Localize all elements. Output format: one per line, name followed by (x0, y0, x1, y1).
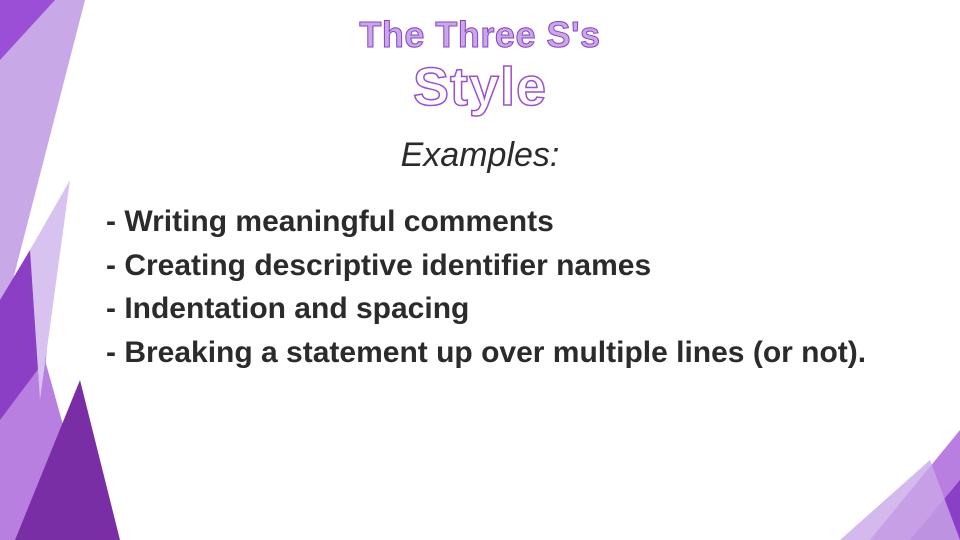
list-item: - Indentation and spacing (100, 287, 920, 331)
examples-heading: Examples: (0, 136, 960, 175)
list-item: - Breaking a statement up over multiple … (100, 331, 920, 375)
slide-subtitle: Style (0, 56, 960, 118)
list-item: - Creating descriptive identifier names (100, 244, 920, 288)
bullet-list: - Writing meaningful comments - Creating… (100, 200, 920, 374)
slide: The Three S's Style Examples: - Writing … (0, 0, 960, 540)
slide-title: The Three S's (0, 14, 960, 56)
list-item: - Writing meaningful comments (100, 200, 920, 244)
